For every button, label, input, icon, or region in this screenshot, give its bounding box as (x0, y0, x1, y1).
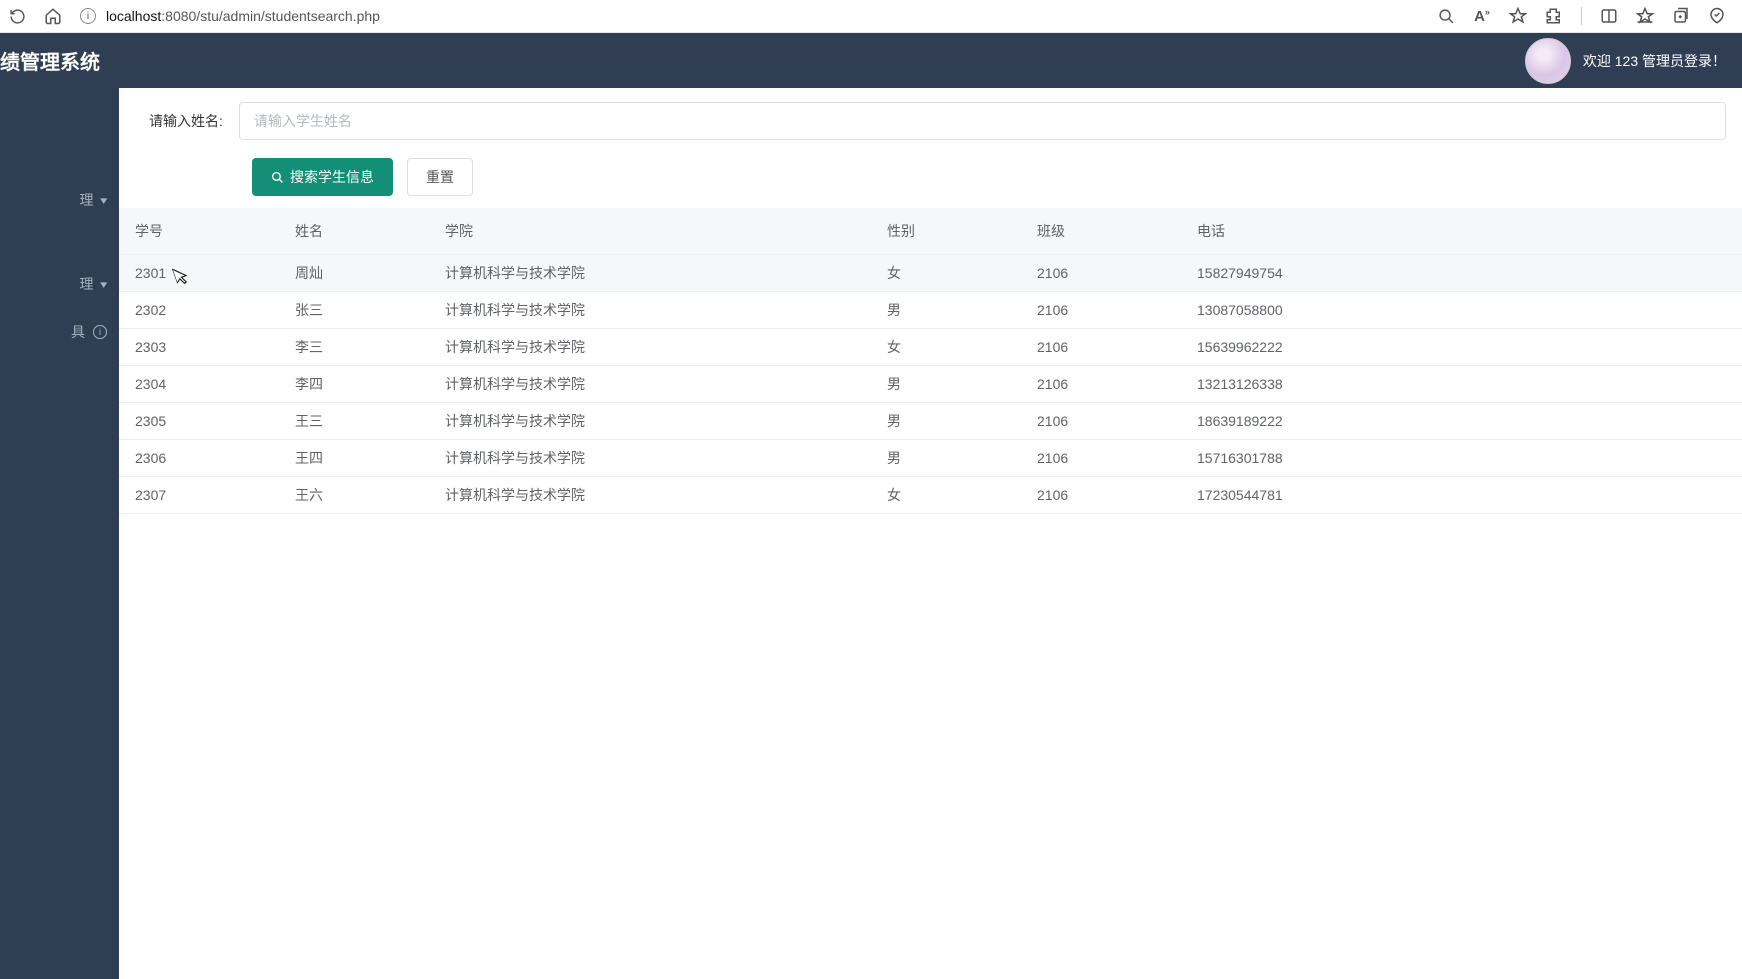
cell-phone: 15827949754 (1181, 254, 1742, 291)
sidebar-item-label: 理 (79, 274, 93, 294)
cell-name: 周灿 (279, 254, 429, 291)
search-button-label: 搜索学生信息 (290, 167, 374, 187)
table-row[interactable]: 2301周灿计算机科学与技术学院女210615827949754 (119, 254, 1742, 291)
students-table: 学号 姓名 学院 性别 班级 电话 2301周灿计算机科学与技术学院女21061… (119, 208, 1742, 514)
cell-phone: 15639962222 (1181, 328, 1742, 365)
refresh-icon[interactable] (8, 7, 26, 25)
reset-button[interactable]: 重置 (407, 158, 473, 196)
col-header-class: 班级 (1021, 208, 1181, 254)
cell-college: 计算机科学与技术学院 (429, 365, 871, 402)
performance-icon[interactable] (1708, 7, 1726, 25)
cell-phone: 17230544781 (1181, 476, 1742, 513)
cell-id: 2305 (119, 402, 279, 439)
address-bar[interactable]: localhost:8080/stu/admin/studentsearch.p… (106, 8, 380, 24)
url-path: :8080/stu/admin/studentsearch.php (161, 8, 380, 24)
cell-phone: 15716301788 (1181, 439, 1742, 476)
cell-college: 计算机科学与技术学院 (429, 291, 871, 328)
cell-college: 计算机科学与技术学院 (429, 402, 871, 439)
search-input[interactable] (239, 102, 1726, 140)
cell-class: 2106 (1021, 439, 1181, 476)
cell-name: 王三 (279, 402, 429, 439)
split-screen-icon[interactable] (1600, 7, 1618, 25)
cell-name: 李四 (279, 365, 429, 402)
col-header-gender: 性别 (871, 208, 1021, 254)
browser-toolbar: i localhost:8080/stu/admin/studentsearch… (0, 0, 1742, 33)
cell-id: 2302 (119, 291, 279, 328)
table-row[interactable]: 2303李三计算机科学与技术学院女210615639962222 (119, 328, 1742, 365)
cell-class: 2106 (1021, 365, 1181, 402)
cell-phone: 13087058800 (1181, 291, 1742, 328)
table-row[interactable]: 2302张三计算机科学与技术学院男210613087058800 (119, 291, 1742, 328)
home-icon[interactable] (44, 7, 62, 25)
search-label: 请输入姓名: (149, 111, 223, 131)
cell-gender: 男 (871, 291, 1021, 328)
cell-name: 李三 (279, 328, 429, 365)
favorite-icon[interactable] (1509, 7, 1527, 25)
app-title: 绩管理系统 (0, 46, 100, 75)
cell-gender: 男 (871, 402, 1021, 439)
reset-button-label: 重置 (426, 167, 454, 187)
col-header-id: 学号 (119, 208, 279, 254)
main-content: 请输入姓名: 搜索学生信息 重置 (119, 88, 1742, 979)
sidebar-item-1[interactable]: 理 ▾ (0, 260, 119, 308)
cell-name: 张三 (279, 291, 429, 328)
cell-id: 2306 (119, 439, 279, 476)
cell-phone: 18639189222 (1181, 402, 1742, 439)
welcome-text: 欢迎 123 管理员登录！ (1583, 51, 1726, 71)
read-aloud-icon[interactable]: A» (1473, 7, 1491, 25)
extensions-icon[interactable] (1545, 7, 1563, 25)
info-icon: i (93, 325, 107, 339)
cell-name: 王四 (279, 439, 429, 476)
chevron-down-icon: ▾ (101, 194, 108, 207)
cell-class: 2106 (1021, 476, 1181, 513)
sidebar-item-2[interactable]: 具 i (0, 308, 119, 356)
collections-icon[interactable] (1672, 7, 1690, 25)
cell-class: 2106 (1021, 291, 1181, 328)
cell-gender: 男 (871, 439, 1021, 476)
col-header-college: 学院 (429, 208, 871, 254)
table-row[interactable]: 2304李四计算机科学与技术学院男210613213126338 (119, 365, 1742, 402)
search-form: 请输入姓名: 搜索学生信息 重置 (119, 88, 1742, 208)
sidebar-item-label: 具 (71, 322, 85, 342)
col-header-phone: 电话 (1181, 208, 1742, 254)
avatar[interactable] (1525, 38, 1571, 84)
sidebar: 理 ▾ 理 ▾ 具 i (0, 88, 119, 979)
cell-gender: 男 (871, 365, 1021, 402)
sidebar-item-label: 理 (79, 190, 93, 210)
cell-id: 2303 (119, 328, 279, 365)
favorites-bar-icon[interactable] (1636, 7, 1654, 25)
table-row[interactable]: 2307王六计算机科学与技术学院女210617230544781 (119, 476, 1742, 513)
cell-gender: 女 (871, 476, 1021, 513)
zoom-icon[interactable] (1437, 7, 1455, 25)
table-header-row: 学号 姓名 学院 性别 班级 电话 (119, 208, 1742, 254)
table-row[interactable]: 2306王四计算机科学与技术学院男210615716301788 (119, 439, 1742, 476)
user-area[interactable]: 欢迎 123 管理员登录！ (1525, 38, 1726, 84)
cell-id: 2301 (119, 254, 279, 291)
cell-class: 2106 (1021, 254, 1181, 291)
chevron-down-icon: ▾ (101, 278, 108, 291)
search-icon (271, 171, 284, 184)
cell-college: 计算机科学与技术学院 (429, 254, 871, 291)
sidebar-item-0[interactable]: 理 ▾ (0, 176, 119, 224)
url-host: localhost (106, 8, 161, 24)
cell-college: 计算机科学与技术学院 (429, 439, 871, 476)
cell-class: 2106 (1021, 402, 1181, 439)
app-header: 绩管理系统 欢迎 123 管理员登录！ (0, 33, 1742, 88)
search-button[interactable]: 搜索学生信息 (252, 158, 393, 196)
col-header-name: 姓名 (279, 208, 429, 254)
cell-class: 2106 (1021, 328, 1181, 365)
cell-id: 2307 (119, 476, 279, 513)
cell-college: 计算机科学与技术学院 (429, 328, 871, 365)
cell-name: 王六 (279, 476, 429, 513)
site-info-icon[interactable]: i (80, 8, 96, 24)
cell-college: 计算机科学与技术学院 (429, 476, 871, 513)
cell-phone: 13213126338 (1181, 365, 1742, 402)
table-row[interactable]: 2305王三计算机科学与技术学院男210618639189222 (119, 402, 1742, 439)
cell-gender: 女 (871, 254, 1021, 291)
cell-id: 2304 (119, 365, 279, 402)
cell-gender: 女 (871, 328, 1021, 365)
